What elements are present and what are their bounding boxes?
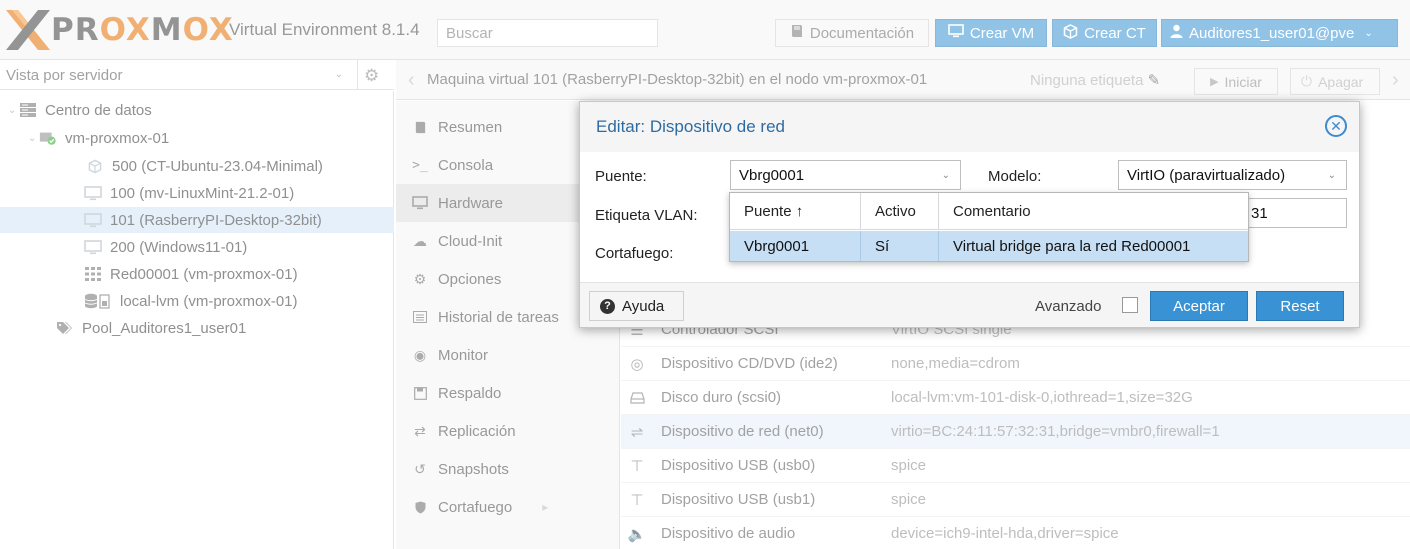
mac-address-value: 31 <box>1251 204 1268 222</box>
chevron-down-icon: ⌄ <box>941 170 950 181</box>
dialog-header[interactable]: Editar: Dispositivo de red ✕ <box>580 102 1359 152</box>
bridge-picker-dropdown: Puente ↑ Activo Comentario Vbrg0001 Sí V… <box>729 192 1249 262</box>
dialog-title: Editar: Dispositivo de red <box>596 117 785 136</box>
comment-cell: Virtual bridge para la red Red00001 <box>953 237 1191 255</box>
bridge-select[interactable]: Vbrg0001 ⌄ <box>730 160 961 190</box>
column-header-bridge[interactable]: Puente ↑ <box>730 193 861 230</box>
column-header-comment[interactable]: Comentario <box>939 193 1248 230</box>
advanced-checkbox[interactable] <box>1122 297 1138 313</box>
model-value: VirtIO (paravirtualizado) <box>1127 166 1286 184</box>
column-header-label: Comentario <box>953 202 1031 220</box>
ok-button[interactable]: Aceptar <box>1150 291 1248 321</box>
bridge-value: Vbrg0001 <box>739 166 805 184</box>
reset-button[interactable]: Reset <box>1256 291 1344 321</box>
close-icon[interactable]: ✕ <box>1325 115 1347 137</box>
chevron-down-icon: ⌄ <box>1327 170 1336 181</box>
advanced-label: Avanzado <box>1035 298 1102 315</box>
ok-label: Aceptar <box>1173 297 1225 315</box>
bridge-cell: Vbrg0001 <box>730 231 861 261</box>
active-cell: Sí <box>861 231 939 261</box>
column-header-active[interactable]: Activo <box>861 193 939 230</box>
model-select[interactable]: VirtIO (paravirtualizado) ⌄ <box>1118 160 1347 190</box>
bridge-label: Puente: <box>595 168 647 185</box>
dialog-footer: ? Ayuda Avanzado Aceptar Reset <box>580 282 1359 327</box>
column-header-label: Puente ↑ <box>744 202 804 220</box>
model-label: Modelo: <box>988 168 1042 185</box>
bridge-option-row[interactable]: Vbrg0001 Sí Virtual bridge para la red R… <box>730 231 1248 261</box>
firewall-label: Cortafuego: <box>595 245 674 262</box>
help-button[interactable]: ? Ayuda <box>589 291 684 321</box>
help-label: Ayuda <box>622 297 665 315</box>
vlan-tag-label: Etiqueta VLAN: <box>595 207 698 224</box>
reset-label: Reset <box>1280 297 1320 315</box>
question-icon: ? <box>600 298 615 314</box>
column-header-label: Activo <box>875 202 916 220</box>
